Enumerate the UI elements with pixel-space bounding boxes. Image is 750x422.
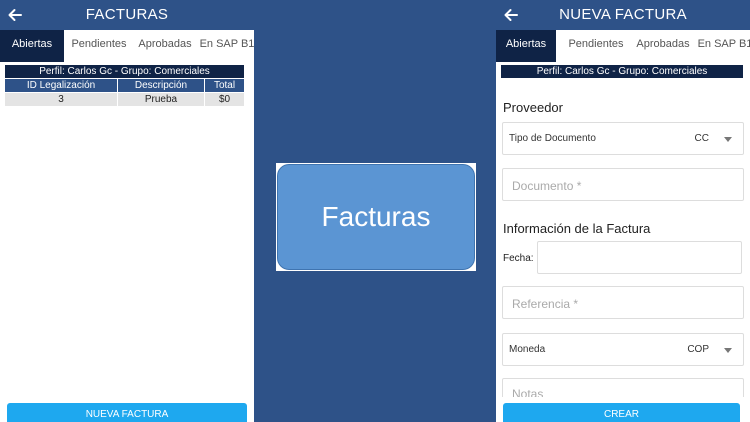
tab-en-sap-b1[interactable]: En SAP B1 bbox=[694, 30, 750, 62]
column-header-descripcion: Descripción bbox=[118, 79, 204, 92]
fecha-input[interactable] bbox=[537, 241, 742, 274]
profile-table: Perfil: Carlos Gc - Grupo: Comerciales bbox=[500, 64, 744, 79]
referencia-placeholder: Referencia * bbox=[512, 297, 579, 311]
cell-id: 3 bbox=[5, 93, 117, 106]
moneda-select[interactable]: Moneda COP bbox=[502, 333, 744, 366]
app-bar: NUEVA FACTURA bbox=[496, 0, 750, 30]
profile-bar: Perfil: Carlos Gc - Grupo: Comerciales bbox=[501, 65, 743, 78]
tab-abiertas[interactable]: Abiertas bbox=[0, 30, 64, 62]
legalizaciones-table: Perfil: Carlos Gc - Grupo: Comerciales I… bbox=[4, 64, 245, 107]
page-title: FACTURAS bbox=[85, 6, 169, 23]
app-bar: FACTURAS bbox=[0, 0, 254, 30]
section-informacion-factura: Información de la Factura bbox=[503, 221, 651, 236]
caret-down-icon bbox=[724, 137, 732, 142]
facturas-card-label: Facturas bbox=[277, 164, 475, 270]
tab-pendientes[interactable]: Pendientes bbox=[64, 30, 134, 62]
facturas-screen: FACTURAS Abiertas Pendientes Aprobadas E… bbox=[0, 0, 254, 422]
tab-bar: Abiertas Pendientes Aprobadas En SAP B1 bbox=[496, 30, 750, 62]
moneda-label: Moneda bbox=[509, 344, 546, 355]
tab-aprobadas[interactable]: Aprobadas bbox=[632, 30, 694, 62]
tipo-documento-select[interactable]: Tipo de Documento CC bbox=[502, 122, 744, 155]
caret-down-icon bbox=[724, 348, 732, 353]
documento-input[interactable]: Documento * bbox=[502, 168, 744, 201]
crear-button[interactable]: CREAR bbox=[503, 403, 740, 422]
profile-bar: Perfil: Carlos Gc - Grupo: Comerciales bbox=[5, 65, 244, 78]
tipo-documento-value: CC bbox=[694, 133, 709, 144]
facturas-card: Facturas bbox=[276, 163, 476, 271]
table-row[interactable]: 3 Prueba $0 bbox=[5, 93, 244, 106]
tab-bar: Abiertas Pendientes Aprobadas En SAP B1 bbox=[0, 30, 254, 62]
section-proveedor: Proveedor bbox=[503, 100, 563, 115]
tab-aprobadas[interactable]: Aprobadas bbox=[134, 30, 196, 62]
page-title: NUEVA FACTURA bbox=[559, 6, 687, 23]
nueva-factura-button[interactable]: NUEVA FACTURA bbox=[7, 403, 247, 422]
column-header-id: ID Legalización bbox=[5, 79, 117, 92]
nueva-factura-screen: NUEVA FACTURA Abiertas Pendientes Aproba… bbox=[496, 0, 750, 422]
tipo-documento-label: Tipo de Documento bbox=[509, 133, 596, 144]
documento-placeholder: Documento * bbox=[512, 179, 582, 193]
cell-descripcion: Prueba bbox=[118, 93, 204, 106]
tab-abiertas[interactable]: Abiertas bbox=[496, 30, 556, 62]
cell-total: $0 bbox=[205, 93, 244, 106]
tab-en-sap-b1[interactable]: En SAP B1 bbox=[196, 30, 254, 62]
moneda-value: COP bbox=[687, 344, 709, 355]
referencia-input[interactable]: Referencia * bbox=[502, 286, 744, 319]
fecha-label: Fecha: bbox=[503, 253, 534, 264]
column-header-total: Total bbox=[205, 79, 244, 92]
tab-pendientes[interactable]: Pendientes bbox=[560, 30, 632, 62]
